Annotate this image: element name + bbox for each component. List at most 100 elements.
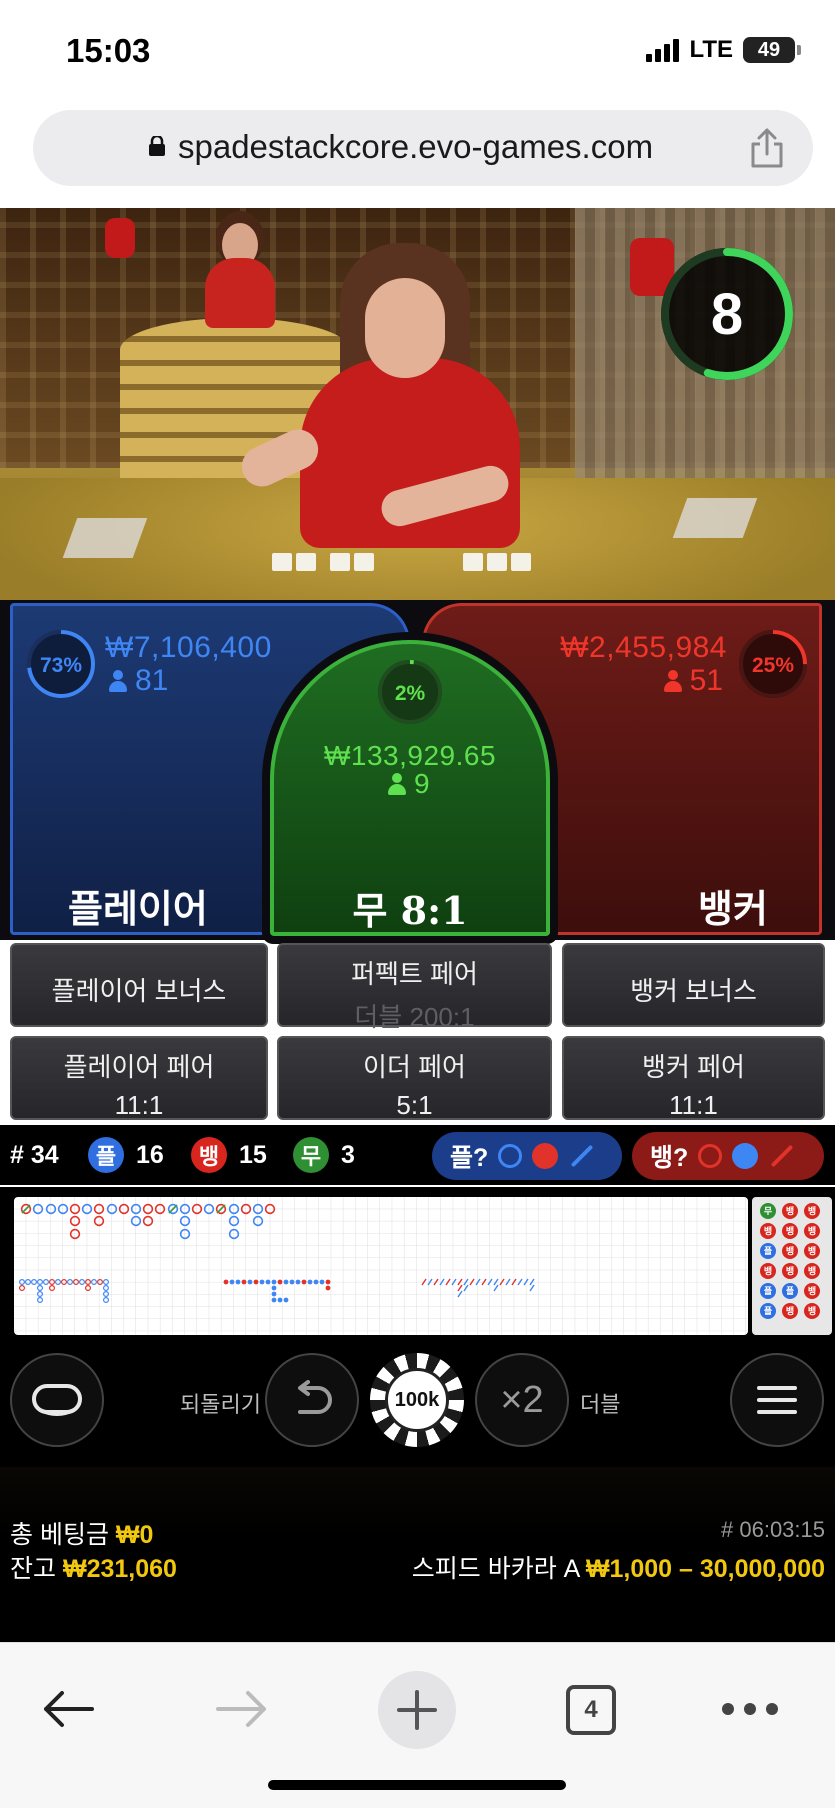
- game-info-footer: 총 베팅금 ₩0 잔고 ₩231,060 # 06:03:15 스피드 바카라 …: [0, 1467, 835, 1642]
- bead-mark: 뱅: [808, 1245, 816, 1256]
- battery-icon: 49: [743, 37, 801, 63]
- small-road-icon: [532, 1143, 559, 1169]
- network-type: LTE: [689, 36, 733, 63]
- player-bonus-label: 플레이어 보너스: [51, 976, 227, 1006]
- bead-mark: 플: [764, 1246, 772, 1256]
- tie-percent: 2%: [395, 682, 426, 705]
- playing-card: [511, 553, 531, 571]
- player-total-amount: ₩7,106,400: [105, 631, 272, 664]
- chip-value: 100k: [385, 1368, 449, 1432]
- bead-mark: 뱅: [808, 1205, 816, 1216]
- bead-mark: 뱅: [808, 1225, 816, 1236]
- status-bar: 15:03 LTE 49: [0, 0, 835, 100]
- banker-pair-button[interactable]: 뱅커 페어 11:1: [562, 1036, 825, 1120]
- banker-badge: 뱅: [191, 1137, 227, 1173]
- player-ask-button[interactable]: 플?: [432, 1132, 622, 1180]
- lobby-button[interactable]: [10, 1353, 104, 1447]
- plus-icon: [397, 1690, 437, 1730]
- playing-card: [296, 553, 316, 571]
- undo-button[interactable]: [265, 1353, 359, 1447]
- tab-count: 4: [584, 1696, 598, 1723]
- total-bet: 총 베팅금 ₩0: [10, 1515, 153, 1551]
- banker-total-amount: ₩2,455,984: [560, 631, 727, 664]
- hamburger-menu-icon: [757, 1386, 797, 1414]
- perfect-pair-label: 퍼펙트 페어: [351, 959, 478, 989]
- tie-count: 9: [388, 768, 430, 800]
- double-button[interactable]: ×2: [475, 1353, 569, 1447]
- bead-mark: 뱅: [808, 1305, 816, 1316]
- cockroach-road-icon: [570, 1144, 594, 1168]
- big-road-scoreboard[interactable]: [14, 1197, 748, 1335]
- player-label: 플레이어: [68, 889, 208, 931]
- bead-mark: 플: [764, 1306, 772, 1316]
- banker-percent: 25%: [752, 654, 794, 677]
- player-pair-button[interactable]: 플레이어 페어 11:1: [10, 1036, 268, 1120]
- cockroach-road-icon: [770, 1144, 794, 1168]
- signal-icon: [646, 38, 680, 62]
- either-pair-button[interactable]: 이더 페어 5:1: [277, 1036, 552, 1120]
- card-shoe: [62, 518, 148, 558]
- either-pair-label: 이더 페어: [363, 1052, 466, 1082]
- tie-wins: 3: [341, 1141, 355, 1169]
- tie-badge: 무: [293, 1137, 329, 1173]
- bead-mark: 뱅: [786, 1265, 794, 1276]
- total-bet-value: ₩0: [115, 1521, 154, 1549]
- bead-mark: 플: [786, 1286, 794, 1296]
- player-wins: 16: [136, 1141, 164, 1169]
- tie-percent-ring: 2%: [378, 660, 442, 724]
- small-road-icon: [732, 1143, 759, 1169]
- player-pair-odds: 11:1: [114, 1090, 164, 1120]
- bead-mark: 뱅: [764, 1225, 772, 1236]
- round-id: # 06:03:15: [721, 1517, 825, 1542]
- balance-value: ₩231,060: [62, 1555, 177, 1583]
- perfect-pair-button[interactable]: 퍼펙트 페어 더블 200:1: [277, 943, 552, 1032]
- total-bet-label: 총 베팅금: [10, 1521, 109, 1549]
- player-count-value: 81: [135, 664, 169, 697]
- banker-bonus-button[interactable]: 뱅커 보너스: [562, 943, 825, 1027]
- bead-mark: 뱅: [786, 1205, 794, 1216]
- balance: 잔고 ₩231,060: [10, 1549, 177, 1585]
- playing-card: [272, 553, 292, 571]
- chip-selector[interactable]: 100k: [370, 1353, 464, 1447]
- person-icon: [388, 773, 406, 795]
- playing-card: [330, 553, 350, 571]
- player-pair-label: 플레이어 페어: [63, 1052, 215, 1082]
- banker-pair-label: 뱅커 페어: [642, 1052, 745, 1082]
- undo-label: 되돌리기: [180, 1392, 261, 1417]
- bead-mark: 뱅: [808, 1265, 816, 1276]
- banker-label: 뱅커: [698, 889, 768, 931]
- player-badge: 플: [88, 1137, 124, 1173]
- new-tab-button[interactable]: [378, 1671, 456, 1749]
- bead-plate[interactable]: 무 뱅 플 뱅 플 플 뱅 뱅 뱅 뱅 플 뱅 뱅 뱅 뱅 뱅 뱅 뱅: [752, 1197, 832, 1335]
- forward-arrow-icon[interactable]: [214, 1687, 270, 1731]
- banker-pair-odds: 11:1: [669, 1090, 718, 1120]
- playing-card: [463, 553, 483, 571]
- tie-count-value: 9: [414, 768, 430, 799]
- round-count: # 34: [10, 1141, 59, 1169]
- tie-label: 무 8:1: [352, 888, 468, 933]
- player-bonus-button[interactable]: 플레이어 보너스: [10, 943, 268, 1027]
- back-arrow-icon[interactable]: [40, 1687, 96, 1731]
- menu-button[interactable]: [730, 1353, 824, 1447]
- card-shoe: [672, 498, 758, 538]
- lantern-decoration: [105, 218, 135, 258]
- bead-mark: 뱅: [786, 1225, 794, 1236]
- timer-value: 8: [711, 282, 743, 347]
- share-icon[interactable]: [747, 126, 787, 170]
- banker-percent-ring: 25%: [739, 630, 807, 698]
- banker-bonus-label: 뱅커 보너스: [630, 976, 757, 1006]
- bead-mark: 뱅: [808, 1285, 816, 1296]
- double-icon: ×2: [500, 1378, 544, 1421]
- bead-mark: 뱅: [786, 1305, 794, 1316]
- either-pair-odds: 5:1: [396, 1090, 433, 1120]
- address-bar[interactable]: spadestackcore.evo-games.com: [33, 110, 813, 186]
- player-ask-label: 플?: [450, 1144, 489, 1172]
- double-label: 더블: [580, 1392, 621, 1417]
- banker-ask-button[interactable]: 뱅?: [632, 1132, 824, 1180]
- player-count: 81: [109, 664, 168, 698]
- tabs-button[interactable]: 4: [566, 1685, 616, 1735]
- perfect-pair-odds: 더블 200:1: [354, 1002, 475, 1032]
- more-options-icon[interactable]: [720, 1701, 780, 1717]
- banker-ask-label: 뱅?: [650, 1144, 689, 1172]
- tie-bet-spot[interactable]: 2% ₩133,929.65 9 무 8:1: [270, 640, 550, 936]
